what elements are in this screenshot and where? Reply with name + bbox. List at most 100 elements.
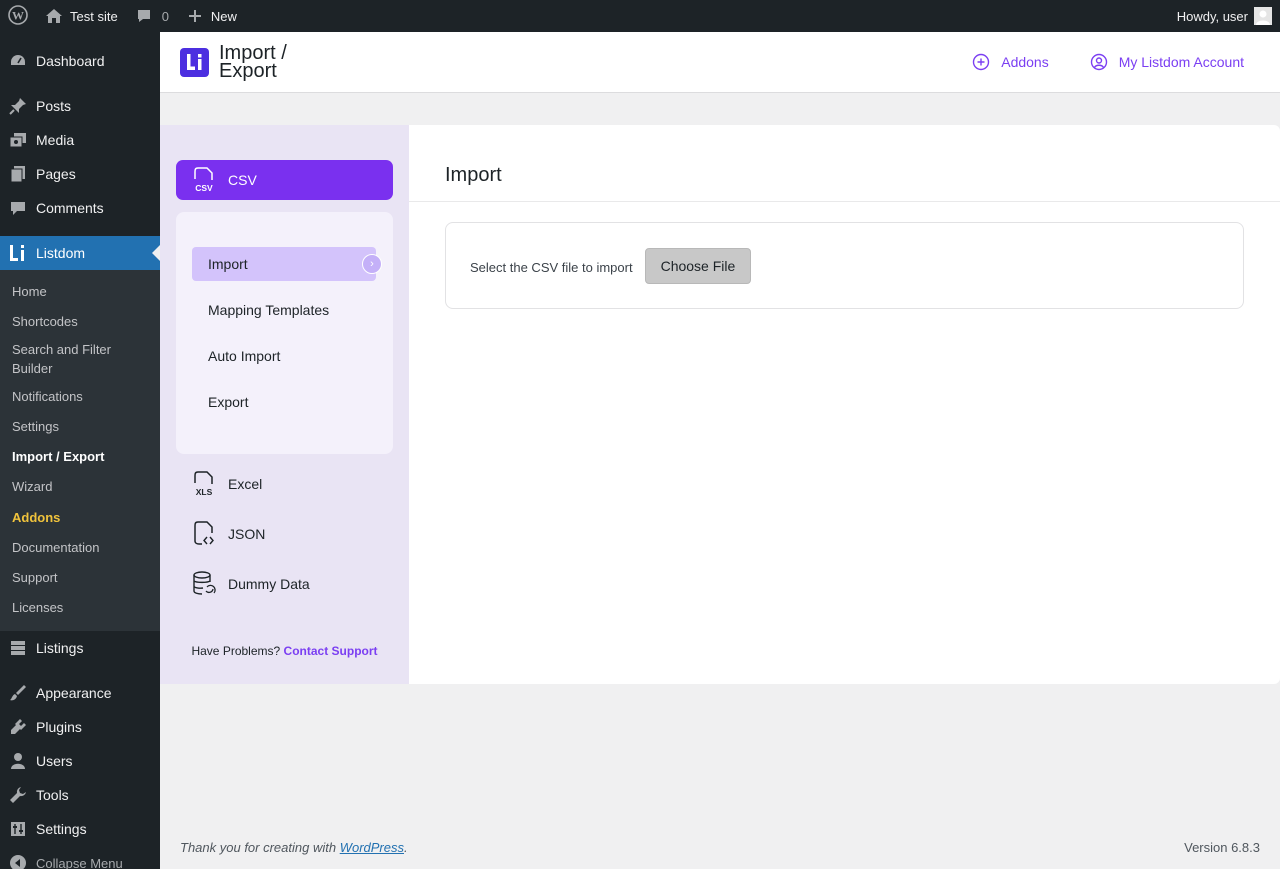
new-content-link[interactable]: New: [177, 0, 245, 32]
page-title: Import / Export: [219, 42, 287, 82]
collapse-menu-button[interactable]: Collapse Menu: [0, 846, 160, 869]
sidebar-item-label: Users: [36, 753, 73, 770]
database-sync-icon: [192, 571, 216, 597]
svg-text:CSV: CSV: [195, 183, 213, 193]
submenu-wizard[interactable]: Wizard: [0, 472, 160, 502]
submenu-notifications[interactable]: Notifications: [0, 382, 160, 412]
sidebar-item-label: Comments: [36, 200, 104, 216]
sidebar-item-plugins[interactable]: Plugins: [0, 710, 160, 744]
plus-circle-icon: [971, 52, 991, 72]
wordpress-logo-button[interactable]: W: [0, 0, 36, 32]
submenu-search-filter-builder[interactable]: Search and Filter Builder: [0, 337, 160, 381]
json-tab[interactable]: JSON: [192, 521, 265, 547]
plugin-icon: [8, 717, 28, 737]
subtab-label: Auto Import: [208, 348, 281, 364]
submenu-import-export[interactable]: Import / Export: [0, 442, 160, 472]
comments-count: 0: [161, 8, 169, 24]
sidebar-item-listings[interactable]: Listings: [0, 631, 160, 665]
sidebar-item-label: Pages: [36, 166, 76, 182]
help-question: Have Problems?: [191, 644, 281, 658]
excel-file-icon: XLS: [192, 471, 216, 497]
import-export-card: CSV CSV Import › Mapping Templates Auto …: [160, 125, 1280, 684]
subtab-auto-import[interactable]: Auto Import: [192, 339, 376, 373]
sidebar-item-label: Plugins: [36, 719, 82, 736]
svg-text:XLS: XLS: [196, 487, 213, 497]
my-account-link[interactable]: My Listdom Account: [1089, 52, 1244, 72]
sidebar-item-label: Posts: [36, 98, 72, 114]
sidebar-item-settings[interactable]: Settings: [0, 812, 160, 846]
import-content: Import Select the CSV file to import Cho…: [409, 125, 1280, 684]
account-circle-icon: [1089, 52, 1109, 72]
sidebar-item-label: Listings: [36, 640, 84, 657]
csv-tab[interactable]: CSV CSV: [176, 160, 393, 200]
sidebar-item-label: Tools: [36, 787, 69, 804]
submenu-support[interactable]: Support: [0, 563, 160, 593]
howdy-text: Howdy, user: [1176, 8, 1248, 24]
listdom-logo-icon: [186, 54, 201, 70]
wordpress-icon: W: [8, 4, 28, 28]
sidebar-item-dashboard[interactable]: Dashboard: [0, 44, 160, 78]
subtab-export[interactable]: Export: [192, 385, 376, 419]
csv-subpanel: Import › Mapping Templates Auto Import E…: [176, 212, 393, 454]
addons-link[interactable]: Addons: [971, 52, 1049, 72]
sidebar-item-tools[interactable]: Tools: [0, 778, 160, 812]
submenu-shortcodes[interactable]: Shortcodes: [0, 307, 160, 337]
file-upload-label: Select the CSV file to import: [470, 260, 633, 275]
account-menu[interactable]: Howdy, user: [1169, 0, 1280, 32]
home-icon: [44, 6, 64, 26]
dummy-data-tab[interactable]: Dummy Data: [192, 571, 310, 597]
dummy-data-tab-label: Dummy Data: [228, 576, 310, 592]
comments-link[interactable]: 0: [126, 0, 177, 32]
collapse-menu-label: Collapse Menu: [36, 855, 123, 869]
svg-text:W: W: [12, 8, 24, 22]
submenu-addons[interactable]: Addons: [0, 503, 160, 533]
new-label: New: [210, 8, 237, 24]
sidebar-item-users[interactable]: Users: [0, 744, 160, 778]
sidebar-item-pages[interactable]: Pages: [0, 157, 160, 191]
subtab-label: Mapping Templates: [208, 302, 330, 318]
site-name-link[interactable]: Test site: [36, 0, 126, 32]
chevron-right-icon: ›: [362, 254, 382, 274]
sidebar-item-media[interactable]: Media: [0, 123, 160, 157]
excel-tab[interactable]: XLS Excel: [192, 471, 262, 497]
wordpress-link[interactable]: WordPress: [340, 840, 404, 855]
subtab-label: Export: [208, 394, 249, 410]
pin-icon: [8, 96, 28, 116]
sidebar-item-posts[interactable]: Posts: [0, 89, 160, 123]
submenu-settings[interactable]: Settings: [0, 412, 160, 442]
comment-icon: [134, 6, 154, 26]
comment-icon: [8, 198, 28, 218]
sidebar-item-appearance[interactable]: Appearance: [0, 676, 160, 710]
footer-period: .: [404, 840, 408, 855]
footer-version: Version 6.8.3: [1184, 840, 1260, 855]
subtab-import[interactable]: Import ›: [192, 247, 382, 281]
help-text: Have Problems? Contact Support: [160, 644, 409, 658]
sidebar-item-comments[interactable]: Comments: [0, 191, 160, 225]
brush-icon: [8, 683, 28, 703]
media-icon: [8, 130, 28, 150]
submenu-licenses[interactable]: Licenses: [0, 593, 160, 623]
header-links: Addons My Listdom Account: [931, 52, 1280, 72]
listdom-submenu: Home Shortcodes Search and Filter Builde…: [0, 270, 160, 632]
choose-file-button[interactable]: Choose File: [644, 247, 752, 284]
footer-thanks-text: Thank you for creating with: [180, 840, 337, 855]
sidebar-item-listdom[interactable]: Listdom: [0, 236, 160, 270]
submenu-home[interactable]: Home: [0, 277, 160, 307]
json-tab-label: JSON: [228, 526, 266, 542]
listdom-icon: [8, 243, 28, 263]
section-title: Import: [445, 164, 502, 186]
site-name: Test site: [70, 8, 118, 24]
submenu-documentation[interactable]: Documentation: [0, 533, 160, 563]
pages-icon: [8, 164, 28, 184]
my-account-label: My Listdom Account: [1118, 54, 1244, 70]
listings-icon: [8, 638, 28, 658]
subtab-label: Import: [208, 256, 248, 272]
excel-tab-label: Excel: [228, 476, 263, 492]
contact-support-link[interactable]: Contact Support: [284, 644, 378, 658]
wrench-icon: [8, 785, 28, 805]
sidebar-item-label: Settings: [36, 821, 87, 838]
plus-icon: [185, 6, 205, 26]
admin-sidebar: Dashboard Posts Media Pages Comments Lis…: [0, 32, 160, 869]
sidebar-item-label: Listdom: [36, 245, 86, 261]
subtab-mapping-templates[interactable]: Mapping Templates: [192, 293, 376, 327]
